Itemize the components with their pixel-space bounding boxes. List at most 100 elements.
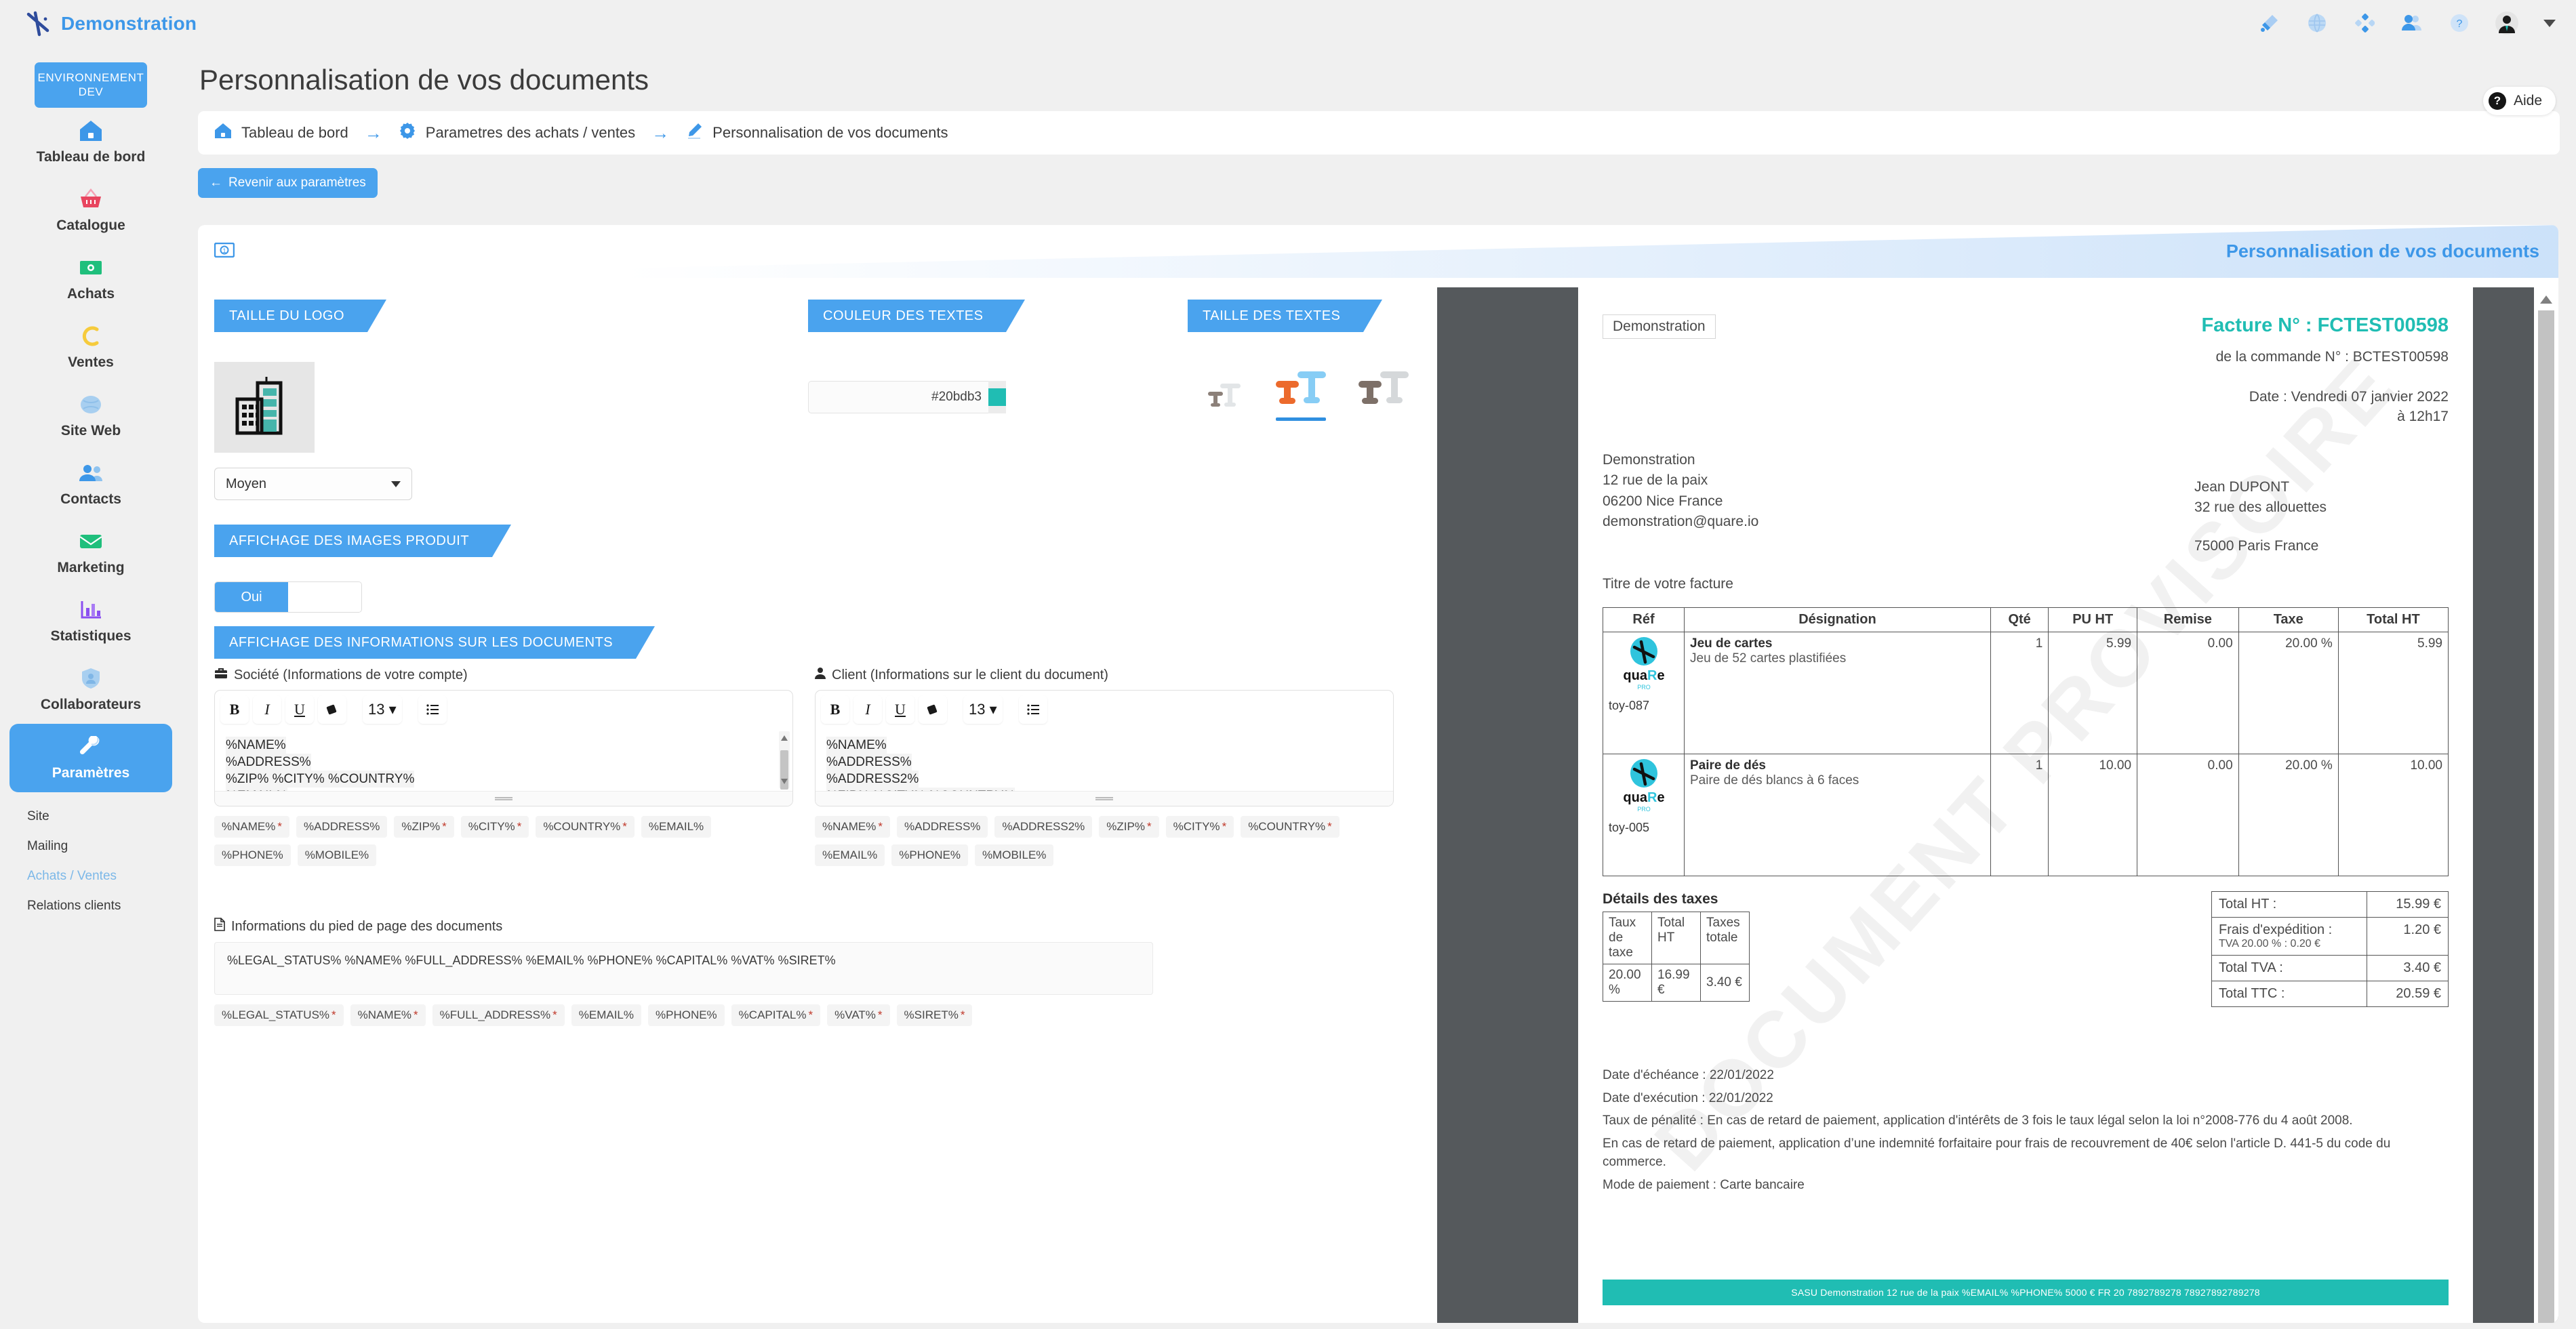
text-size-medium-icon[interactable]: [1274, 369, 1327, 421]
tag-pill[interactable]: %COUNTRY% *: [536, 816, 635, 838]
tag-pill[interactable]: %PHONE%: [891, 844, 968, 866]
invoice-doc-title: Titre de votre facture: [1603, 575, 1733, 592]
tag-pill[interactable]: %FULL_ADDRESS% *: [432, 1004, 565, 1026]
globe-icon[interactable]: [2303, 9, 2331, 37]
required-asterisk: *: [622, 820, 627, 833]
scroll-down-icon[interactable]: [781, 779, 788, 784]
breadcrumb-item-0[interactable]: Tableau de bord: [241, 124, 348, 142]
preview-scrollbar[interactable]: [2534, 287, 2558, 1323]
tag-pill[interactable]: %SIRET% *: [896, 1004, 973, 1026]
tag-pill[interactable]: %MOBILE%: [297, 844, 377, 866]
font-size-value: 13: [969, 701, 986, 718]
brand[interactable]: Demonstration: [0, 10, 197, 37]
italic-button[interactable]: I: [853, 695, 882, 724]
bold-button[interactable]: B: [220, 695, 249, 724]
tag-pill[interactable]: %VAT% *: [827, 1004, 890, 1026]
apps-icon[interactable]: [2351, 9, 2378, 37]
scroll-up-icon[interactable]: [781, 735, 788, 741]
text-color-input[interactable]: [808, 381, 988, 413]
sidebar-item-statistiques[interactable]: Statistiques: [9, 587, 172, 655]
sidebar-item-tableau-de-bord[interactable]: Tableau de bord: [9, 108, 172, 176]
tag-pill[interactable]: %EMAIL%: [815, 844, 885, 866]
editor-line: %ZIP% %CITY% %COUNTRY%: [826, 788, 1015, 791]
sidebar-item-catalogue[interactable]: Catalogue: [9, 176, 172, 245]
tag-pill[interactable]: %ZIP% *: [1099, 816, 1159, 838]
editor-scrollbar[interactable]: [779, 731, 790, 790]
color-swatch-button[interactable]: [988, 381, 1006, 413]
help-circle-icon[interactable]: ?: [2446, 9, 2473, 37]
tag-pill[interactable]: %NAME% *: [350, 1004, 426, 1026]
back-button-label: Revenir aux paramètres: [228, 176, 366, 190]
client-editor-body[interactable]: %NAME% %ADDRESS% %ADDRESS2% %ZIP% %CITY%…: [816, 729, 1393, 791]
tag-pill[interactable]: %ADDRESS%: [896, 816, 988, 838]
font-size-select[interactable]: 13 ▾: [963, 695, 1003, 724]
chevron-down-icon[interactable]: [2543, 19, 2556, 27]
tag-pill[interactable]: %EMAIL%: [571, 1004, 641, 1026]
tag-pill[interactable]: %LEGAL_STATUS% *: [214, 1004, 344, 1026]
underline-button[interactable]: U: [285, 695, 314, 724]
tag-pill[interactable]: %NAME% *: [815, 816, 890, 838]
breadcrumb-item-2[interactable]: Personnalisation de vos documents: [712, 124, 948, 142]
sidebar-item-collaborateurs[interactable]: Collaborateurs: [9, 655, 172, 724]
tag-pill[interactable]: %MOBILE%: [974, 844, 1054, 866]
logo-preview[interactable]: [214, 362, 315, 453]
tax-details-title: Détails des taxes: [1603, 891, 1718, 907]
help-button[interactable]: ? Aide: [2482, 87, 2556, 115]
avatar[interactable]: [2493, 9, 2520, 37]
tag-pill[interactable]: %PHONE%: [647, 1004, 725, 1026]
tag-pill[interactable]: %CAPITAL% *: [731, 1004, 821, 1026]
tag-pill[interactable]: %CITY% *: [1165, 816, 1234, 838]
scroll-up-icon[interactable]: [2540, 295, 2552, 304]
italic-button[interactable]: I: [253, 695, 281, 724]
font-size-select[interactable]: 13 ▾: [363, 695, 402, 724]
underline-button[interactable]: U: [886, 695, 914, 724]
recipient-line: 75000 Paris France: [2194, 537, 2319, 554]
person-icon: [815, 667, 826, 683]
tax-col-rate: Taux de taxe: [1603, 911, 1652, 964]
sidebar-item-marketing[interactable]: Marketing: [9, 518, 172, 587]
sidebar-item-ventes[interactable]: Ventes: [9, 313, 172, 382]
tag-pill[interactable]: %COUNTRY% *: [1241, 816, 1340, 838]
svg-text:1: 1: [222, 247, 226, 254]
scrollbar-thumb[interactable]: [2538, 310, 2554, 1323]
sidebar-item-achats[interactable]: Achats: [9, 245, 172, 313]
tag-pill[interactable]: %NAME% *: [214, 816, 289, 838]
list-icon[interactable]: [1018, 695, 1047, 724]
tag-pill[interactable]: %EMAIL%: [641, 816, 712, 838]
company-editor-body[interactable]: %NAME% %ADDRESS% %ZIP% %CITY% %COUNTRY% …: [215, 729, 792, 791]
editor-resize-handle[interactable]: [215, 791, 792, 806]
breadcrumb-item-1[interactable]: Parametres des achats / ventes: [426, 124, 635, 142]
tag-pill[interactable]: %ADDRESS2%: [994, 816, 1093, 838]
bold-button[interactable]: B: [821, 695, 849, 724]
required-asterisk: *: [1327, 820, 1332, 833]
back-to-settings-button[interactable]: ← Revenir aux paramètres: [198, 168, 378, 198]
total-label: Total TTC :: [2211, 980, 2367, 1007]
eraser-icon[interactable]: [919, 695, 947, 724]
subnav-item-mailing[interactable]: Mailing: [27, 832, 182, 861]
footer-info-input[interactable]: %LEGAL_STATUS% %NAME% %FULL_ADDRESS% %EM…: [214, 942, 1153, 995]
tag-pill[interactable]: %ADDRESS%: [296, 816, 388, 838]
invoice: Demonstration Facture N° : FCTEST00598 d…: [1603, 314, 2449, 1195]
tag-pill[interactable]: %PHONE%: [214, 844, 291, 866]
subnav-item-site[interactable]: Site: [27, 802, 182, 832]
section-text-size: TAILLE DES TEXTES: [1188, 300, 1410, 421]
editor-resize-handle[interactable]: [816, 791, 1393, 806]
document-preview: DOCUMENT PROVISOIRE Demonstration Factur…: [1437, 287, 2558, 1323]
logo-size-select[interactable]: Moyen: [214, 468, 412, 500]
brush-icon[interactable]: [2256, 9, 2283, 37]
product-images-toggle[interactable]: Oui: [214, 581, 362, 613]
eraser-icon[interactable]: [318, 695, 346, 724]
users-icon[interactable]: [2398, 9, 2426, 37]
tag-pill[interactable]: %ZIP% *: [394, 816, 454, 838]
tag-pill[interactable]: %CITY% *: [460, 816, 529, 838]
text-size-large-icon[interactable]: [1357, 369, 1410, 421]
sidebar-item-site-web[interactable]: Site Web: [9, 382, 172, 450]
text-size-small-icon[interactable]: [1207, 375, 1245, 421]
sidebar-item-contacts[interactable]: Contacts: [9, 450, 172, 518]
list-icon[interactable]: [418, 695, 447, 724]
total-value: 15.99 €: [2367, 891, 2449, 918]
sidebar-item-parametres[interactable]: Paramètres: [9, 723, 172, 792]
client-tag-list: %NAME% * %ADDRESS% %ADDRESS2% %ZIP% * %CITY% *%…: [815, 816, 1394, 866]
subnav-item-achats-ventes[interactable]: Achats / Ventes: [27, 861, 182, 891]
subnav-item-relations-clients[interactable]: Relations clients: [27, 891, 182, 921]
